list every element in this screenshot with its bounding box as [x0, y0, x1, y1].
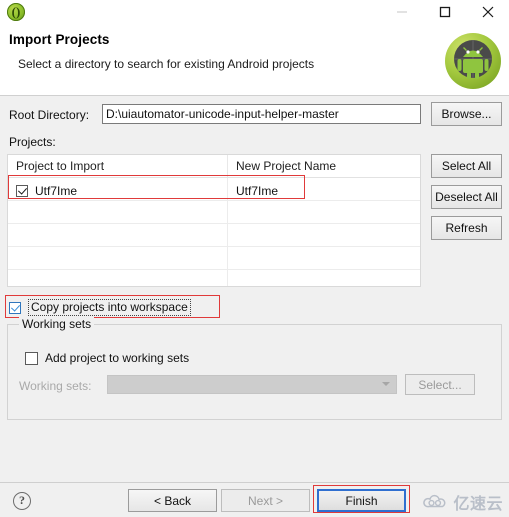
project-row-checkbox[interactable] [16, 184, 28, 197]
close-button[interactable] [466, 0, 509, 24]
deselect-all-button[interactable]: Deselect All [431, 185, 502, 209]
title-bar [0, 0, 509, 24]
refresh-button[interactable]: Refresh [431, 216, 502, 240]
window-controls [380, 0, 509, 24]
projects-table[interactable]: Project to Import New Project Name Utf7I… [7, 154, 421, 287]
chevron-down-icon[interactable] [382, 382, 390, 386]
copy-projects-checkbox-row[interactable]: Copy projects into workspace [9, 299, 191, 316]
table-header-row: Project to Import New Project Name [8, 155, 420, 178]
table-row[interactable]: Utf7Ime Utf7Ime [8, 178, 420, 201]
working-sets-group-label: Working sets [19, 317, 95, 331]
group-border-left-segment [7, 324, 19, 325]
working-sets-combo-label: Working sets: [19, 379, 92, 393]
maximize-button[interactable] [423, 0, 466, 24]
cell-new-project-name [228, 270, 420, 286]
table-row[interactable] [8, 224, 420, 247]
browse-button[interactable]: Browse... [431, 102, 502, 126]
project-name-text: Utf7Ime [35, 183, 78, 198]
projects-label: Projects: [9, 135, 56, 149]
select-all-button[interactable]: Select All [431, 154, 502, 178]
wizard-header: Import Projects Select a directory to se… [0, 24, 509, 96]
working-sets-group [7, 324, 502, 420]
cloud-logo-icon [423, 494, 449, 510]
column-header-new-project-name[interactable]: New Project Name [228, 155, 420, 177]
cell-new-project-name [228, 201, 420, 223]
android-robot-icon [445, 33, 501, 89]
copy-projects-checkbox[interactable] [9, 301, 21, 314]
root-directory-input[interactable] [102, 104, 421, 124]
minimize-button[interactable] [380, 0, 423, 24]
cell-project-to-import [8, 247, 228, 269]
cell-project-to-import [8, 224, 228, 246]
add-project-to-working-sets-checkbox[interactable] [25, 351, 38, 365]
working-sets-select-button[interactable]: Select... [405, 374, 475, 395]
finish-button[interactable]: Finish [317, 489, 406, 512]
watermark: 亿速云 [423, 490, 503, 514]
back-button[interactable]: < Back [128, 489, 217, 512]
cell-project-to-import [8, 201, 228, 223]
copy-projects-label[interactable]: Copy projects into workspace [28, 299, 191, 316]
page-subtitle: Select a directory to search for existin… [18, 57, 315, 71]
watermark-text: 亿速云 [453, 496, 503, 513]
add-project-to-working-sets-row[interactable]: Add project to working sets [25, 351, 189, 365]
cell-project-to-import[interactable]: Utf7Ime [8, 178, 228, 200]
dialog-body: Root Directory: Browse... Projects: Proj… [0, 96, 509, 482]
working-sets-combo[interactable] [107, 375, 397, 394]
cell-new-project-name[interactable]: Utf7Ime [228, 178, 420, 200]
page-title: Import Projects [9, 32, 110, 47]
cell-new-project-name [228, 247, 420, 269]
add-project-to-working-sets-label: Add project to working sets [45, 351, 190, 365]
cell-new-project-name [228, 224, 420, 246]
next-button: Next > [221, 489, 310, 512]
table-row[interactable] [8, 247, 420, 270]
table-row[interactable] [8, 201, 420, 224]
eclipse-adt-icon [7, 3, 25, 21]
column-header-project-to-import[interactable]: Project to Import [8, 155, 228, 177]
cell-project-to-import [8, 270, 228, 286]
group-border-right-segment [93, 324, 502, 325]
table-row[interactable] [8, 270, 420, 286]
help-icon[interactable]: ? [13, 492, 31, 510]
root-directory-label: Root Directory: [9, 108, 90, 122]
